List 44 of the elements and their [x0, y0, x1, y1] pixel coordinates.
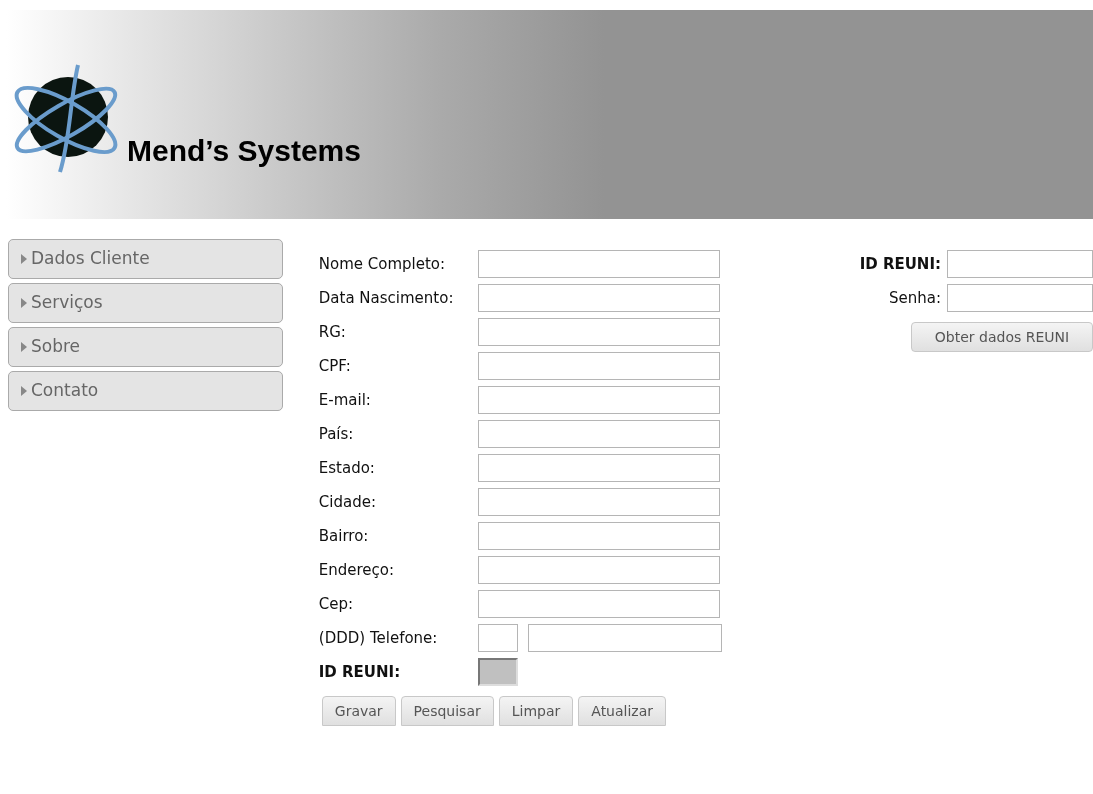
field-label: Cep: [318, 593, 355, 615]
sidebar-item[interactable]: Sobre [8, 327, 283, 367]
field-label: Bairro: [318, 525, 370, 547]
input-field[interactable] [477, 318, 720, 346]
field-label: País: [318, 423, 355, 445]
fetch-reuni-button[interactable]: Obter dados REUNI [911, 322, 1093, 352]
form-button[interactable]: Limpar [498, 696, 574, 726]
sidebar-item[interactable]: Contato [8, 371, 283, 411]
field-label: Endereço: [318, 559, 396, 581]
input-field[interactable] [477, 352, 720, 380]
field-label: Senha: [889, 287, 941, 309]
field-label: Cidade: [318, 491, 377, 513]
input-field[interactable] [477, 284, 720, 312]
field-label: RG: [318, 321, 347, 343]
caret-icon [21, 254, 27, 264]
caret-icon [21, 386, 27, 396]
form-button[interactable]: Pesquisar [400, 696, 494, 726]
field-label: ID REUNI: [318, 661, 402, 683]
sidebar-item[interactable]: Dados Cliente [8, 239, 283, 279]
field-label: ID REUNI: [859, 253, 941, 275]
input-field[interactable] [477, 488, 720, 516]
input-field[interactable] [477, 386, 720, 414]
field-label: Estado: [318, 457, 376, 479]
input-field[interactable] [477, 590, 720, 618]
field-label: (DDD) Telefone: [318, 627, 439, 649]
field-label: Nome Completo: [318, 253, 447, 275]
input-field[interactable] [477, 522, 720, 550]
input-field[interactable] [947, 250, 1093, 278]
sidebar-item[interactable]: Serviços [8, 283, 283, 323]
form-button[interactable]: Gravar [321, 696, 396, 726]
field-label: E-mail: [318, 389, 372, 411]
input-field[interactable] [477, 556, 720, 584]
input-field[interactable] [477, 454, 720, 482]
input-field[interactable] [947, 284, 1093, 312]
input-field[interactable] [477, 250, 720, 278]
field-label: CPF: [318, 355, 352, 377]
input-field[interactable] [477, 624, 518, 652]
input-field[interactable] [527, 624, 722, 652]
brand-name: Mend’s Systems [127, 133, 361, 169]
caret-icon [21, 342, 27, 352]
caret-icon [21, 298, 27, 308]
input-field[interactable] [477, 420, 720, 448]
form-button[interactable]: Atualizar [578, 696, 667, 726]
field-label: Data Nascimento: [318, 287, 455, 309]
